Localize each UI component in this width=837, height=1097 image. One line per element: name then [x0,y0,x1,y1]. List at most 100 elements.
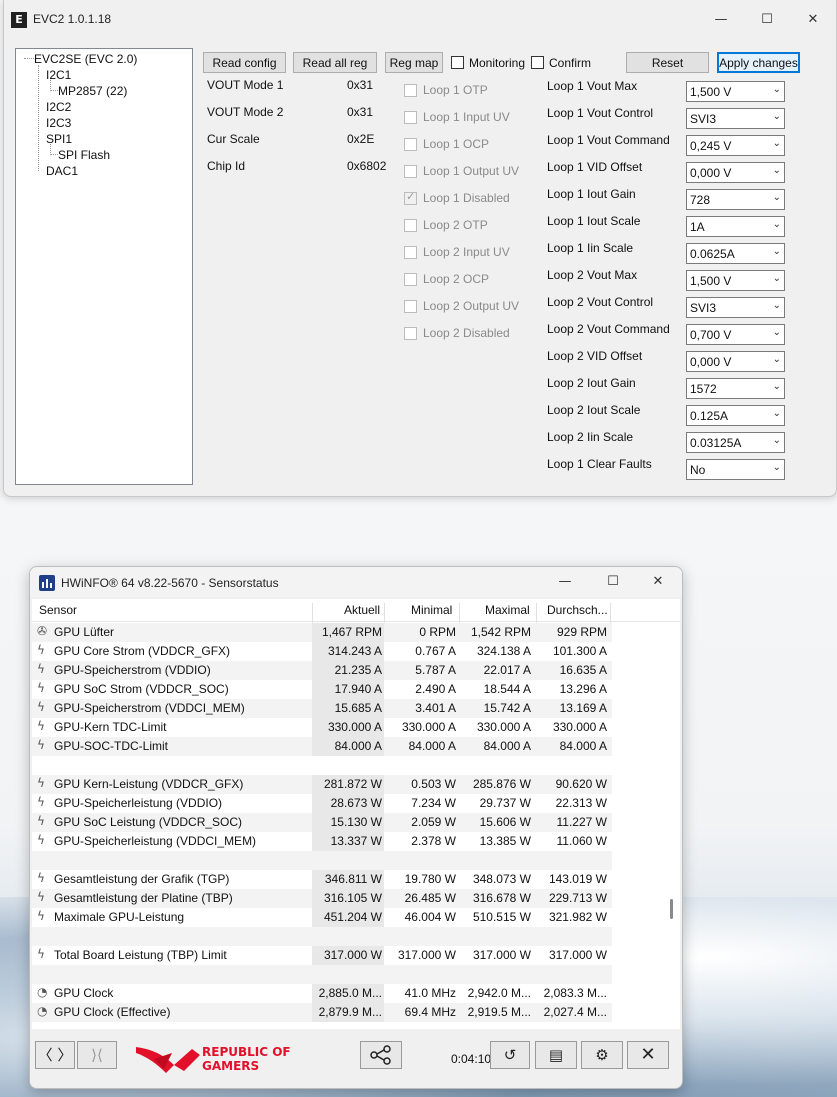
apply-changes-button[interactable]: Apply changes [717,52,800,73]
close-button[interactable]: ✕ [793,8,833,32]
setting-dropdown[interactable]: 1,500 V ⌄ [686,270,785,291]
setting-value: 728 [690,193,711,207]
status-flag-checkbox [404,84,417,97]
setting-dropdown[interactable]: SVI3 ⌄ [686,297,785,318]
setting-dropdown[interactable]: 0,000 V ⌄ [686,351,785,372]
confirm-checkbox[interactable] [531,56,544,69]
setting-dropdown[interactable]: 0.03125A ⌄ [686,432,785,453]
sensor-row[interactable]: ϟ Gesamtleistung der Platine (TBP) 316.105… [32,889,612,908]
lightning-icon: ϟ [37,947,45,961]
setting-value: 1572 [690,382,717,396]
tree-node-i2c3[interactable]: I2C3 [46,116,71,130]
setting-dropdown[interactable]: SVI3 ⌄ [686,108,785,129]
maximize-button[interactable]: ☐ [747,8,787,32]
tree-node-mp2857[interactable]: MP2857 (22) [58,84,127,98]
sensor-row[interactable]: ϟ GPU-Speicherstrom (VDDCI_MEM) 15.685 A 3.… [32,699,612,718]
column-header-min[interactable]: Minimal [411,603,452,617]
chevron-down-icon: ⌄ [772,138,781,149]
sensor-row[interactable]: ϟ GPU-Speicherleistung (VDDCI_MEM) 13.337 … [32,832,612,851]
device-tree[interactable]: EVC2SE (EVC 2.0) I2C1 MP2857 (22) I2C2 I… [15,48,193,485]
setting-dropdown[interactable]: 1,500 V ⌄ [686,81,785,102]
tree-node-i2c2[interactable]: I2C2 [46,100,71,114]
setting-dropdown[interactable]: 0,700 V ⌄ [686,324,785,345]
report-icon[interactable]: ▤ [535,1041,577,1069]
sensor-value-cur: 2,879.9 M... [318,1005,382,1019]
hwinfo-window: HWiNFO® 64 v8.22-5670 - Sensorstatus — ☐… [29,566,683,1089]
sensor-row[interactable]: ϟ GPU-Kern TDC-Limit 330.000 A 330.000 A 330… [32,718,612,737]
column-header-max[interactable]: Maximal [485,603,530,617]
tree-node-evc2se[interactable]: EVC2SE (EVC 2.0) [34,52,137,66]
sensor-row[interactable]: ϟ GPU-SOC-TDC-Limit 84.000 A 84.000 A 84.000… [32,737,612,756]
sensor-value-cur: 451.204 W [323,910,382,924]
maximize-button[interactable]: ☐ [593,570,633,594]
setting-dropdown[interactable]: 0.125A ⌄ [686,405,785,426]
close-button[interactable]: ✕ [638,570,678,594]
sensor-row[interactable]: ϟ Maximale GPU-Leistung 451.204 W 46.004 W 5… [32,908,612,927]
sensor-grid[interactable]: Sensor Aktuell Minimal Maximal Durchsch.… [32,599,680,1029]
monitoring-checkbox[interactable] [451,56,464,69]
sensor-row[interactable]: ϟ Total Board Leistung (TBP) Limit 317.000… [32,946,612,965]
sensor-value-min: 84.000 A [408,739,456,753]
chevron-down-icon: ⌄ [772,354,781,365]
reg-map-button[interactable]: Reg map [385,52,443,73]
status-flag-label: Loop 1 OCP [423,137,490,151]
setting-label: Loop 2 Iout Gain [547,376,636,390]
lightning-icon: ϟ [37,738,45,752]
reset-button[interactable]: Reset [626,52,709,73]
sensor-name: GPU-Speicherstrom (VDDIO) [54,663,211,677]
vertical-scrollbar-thumb[interactable] [670,899,673,919]
setting-dropdown[interactable]: 1A ⌄ [686,216,785,237]
column-header-current[interactable]: Aktuell [344,603,380,617]
reset-timer-icon[interactable]: ↺ [490,1041,530,1069]
setting-dropdown[interactable]: 1572 ⌄ [686,378,785,399]
minimize-button[interactable]: — [701,8,741,32]
evc2-titlebar[interactable]: E EVC2 1.0.1.18 — ☐ ✕ [4,0,836,38]
column-header-sensor[interactable]: Sensor [39,603,77,617]
sensor-row[interactable]: ϟ Gesamtleistung der Grafik (TGP) 346.811 … [32,870,612,889]
confirm-label[interactable]: Confirm [549,56,591,70]
sensor-row[interactable]: ◔ GPU Clock 2,885.0 M... 41.0 MHz 2,942.0 M.… [32,984,612,1003]
monitoring-label[interactable]: Monitoring [469,56,525,70]
sensor-row[interactable]: ϟ GPU-Speicherleistung (VDDIO) 28.673 W 7.2… [32,794,612,813]
lightning-icon: ϟ [37,719,45,733]
read-all-reg-button[interactable]: Read all reg [293,52,377,73]
sensor-row[interactable]: ◔ GPU Clock (Effective) 2,879.9 M... 69.4 M… [32,1003,612,1022]
status-flag-checkbox [404,190,417,205]
sensor-value-min: 317.000 W [397,948,456,962]
minimize-button[interactable]: — [545,570,585,594]
setting-dropdown[interactable]: 0,245 V ⌄ [686,135,785,156]
tree-node-i2c1[interactable]: I2C1 [46,68,71,82]
sensor-row[interactable]: ϟ GPU SoC Strom (VDDCR_SOC) 17.940 A 2.490 … [32,680,612,699]
sensor-value-avg: 317.000 W [548,948,607,962]
lightning-icon: ϟ [37,681,45,695]
sensor-row[interactable]: ϟ GPU Core Strom (VDDCR_GFX) 314.243 A 0.76… [32,642,612,661]
setting-label: Loop 1 Vout Control [547,106,654,120]
hwinfo-titlebar[interactable]: HWiNFO® 64 v8.22-5670 - Sensorstatus — ☐… [30,567,682,597]
chevron-down-icon: ⌄ [772,246,781,257]
prev-next-sensor-button[interactable]: 〈 〉 [35,1041,75,1069]
sensor-row[interactable]: ϟ GPU-Speicherstrom (VDDIO) 21.235 A 5.787 … [32,661,612,680]
setting-dropdown[interactable]: 0.0625A ⌄ [686,243,785,264]
setting-dropdown[interactable]: 0,000 V ⌄ [686,162,785,183]
setting-dropdown[interactable]: 728 ⌄ [686,189,785,210]
sensor-value-min: 3.401 A [415,701,456,715]
share-icon[interactable] [360,1041,402,1069]
status-flag-label: Loop 1 OTP [423,83,488,97]
tree-node-spi-flash[interactable]: SPI Flash [58,148,110,162]
sensor-value-min: 2.378 W [411,834,456,848]
sensor-row[interactable]: ✇ GPU Lüfter 1,467 RPM 0 RPM 1,542 RPM 929 RP… [32,623,612,642]
clock-icon: ◔ [37,985,48,999]
tree-node-dac1[interactable]: DAC1 [46,164,78,178]
column-header-avg[interactable]: Durchsch... [547,603,608,617]
settings-gear-icon[interactable]: ⚙ [581,1041,623,1069]
setting-dropdown[interactable]: No ⌄ [686,459,785,480]
close-sensors-button[interactable]: ✕ [627,1041,669,1069]
tree-node-spi1[interactable]: SPI1 [46,132,72,146]
collapse-expand-button[interactable]: ⟩⟨ [77,1041,117,1069]
status-flag-checkbox [404,327,417,340]
setting-label: Loop 1 VID Offset [547,160,643,174]
read-config-button[interactable]: Read config [203,52,286,73]
sensor-row[interactable]: ϟ GPU SoC Leistung (VDDCR_SOC) 15.130 W 2.0… [32,813,612,832]
sensor-value-min: 2.059 W [411,815,456,829]
sensor-row[interactable]: ϟ GPU Kern-Leistung (VDDCR_GFX) 281.872 W 0… [32,775,612,794]
